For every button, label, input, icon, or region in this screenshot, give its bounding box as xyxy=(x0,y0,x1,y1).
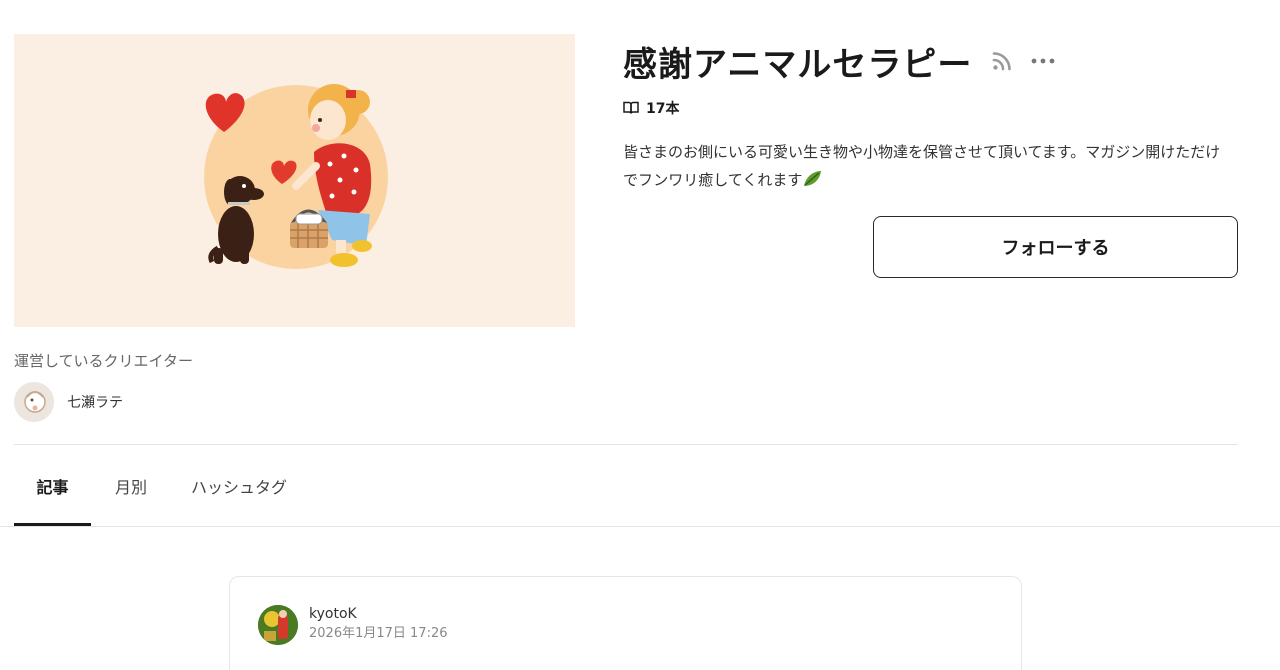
creator-link[interactable]: 七瀬ラテ xyxy=(14,382,123,422)
magazine-page: 感謝アニマルセラピー 17本 皆さまのお側にいる可愛い生き物や小物達を保管させて… xyxy=(0,0,1280,670)
tab-hashtags[interactable]: ハッシュタグ xyxy=(171,446,307,526)
book-icon xyxy=(623,101,639,114)
tab-articles[interactable]: 記事 xyxy=(14,446,91,526)
section-divider xyxy=(14,444,1238,445)
creator-avatar xyxy=(14,382,54,422)
tabs-divider xyxy=(0,526,1280,527)
article-card[interactable]: kyotoK 2026年1月17日 17:26 xyxy=(229,576,1022,670)
tab-monthly[interactable]: 月別 xyxy=(91,446,171,526)
leaf-icon xyxy=(804,171,822,186)
article-author: kyotoK 2026年1月17日 17:26 xyxy=(258,605,448,645)
magazine-title: 感謝アニマルセラピー xyxy=(623,44,973,85)
magazine-info: 感謝アニマルセラピー 17本 皆さまのお側にいる可愛い生き物や小物達を保管させて… xyxy=(623,38,1238,278)
creator-section-label: 運営しているクリエイター xyxy=(14,352,193,370)
article-date: 2026年1月17日 17:26 xyxy=(309,626,448,641)
magazine-description: 皆さまのお側にいる可愛い生き物や小物達を保管させて頂いてます。マガジン開けただけ… xyxy=(623,138,1228,194)
follow-button[interactable]: フォローする xyxy=(873,216,1238,278)
article-count: 17本 xyxy=(623,98,1238,118)
magazine-tabs: 記事 月別 ハッシュタグ xyxy=(14,446,307,526)
title-row: 感謝アニマルセラピー xyxy=(623,38,1238,85)
rss-icon[interactable] xyxy=(990,49,1014,73)
more-icon[interactable] xyxy=(1030,49,1056,73)
creator-name: 七瀬ラテ xyxy=(67,395,123,411)
description-text: 皆さまのお側にいる可愛い生き物や小物達を保管させて頂いてます。マガジン開けただけ… xyxy=(623,143,1221,189)
article-meta: kyotoK 2026年1月17日 17:26 xyxy=(309,605,448,645)
author-name[interactable]: kyotoK xyxy=(309,605,448,623)
author-avatar[interactable] xyxy=(258,605,298,645)
magazine-cover-image xyxy=(14,34,575,327)
article-count-value: 17本 xyxy=(646,101,680,117)
